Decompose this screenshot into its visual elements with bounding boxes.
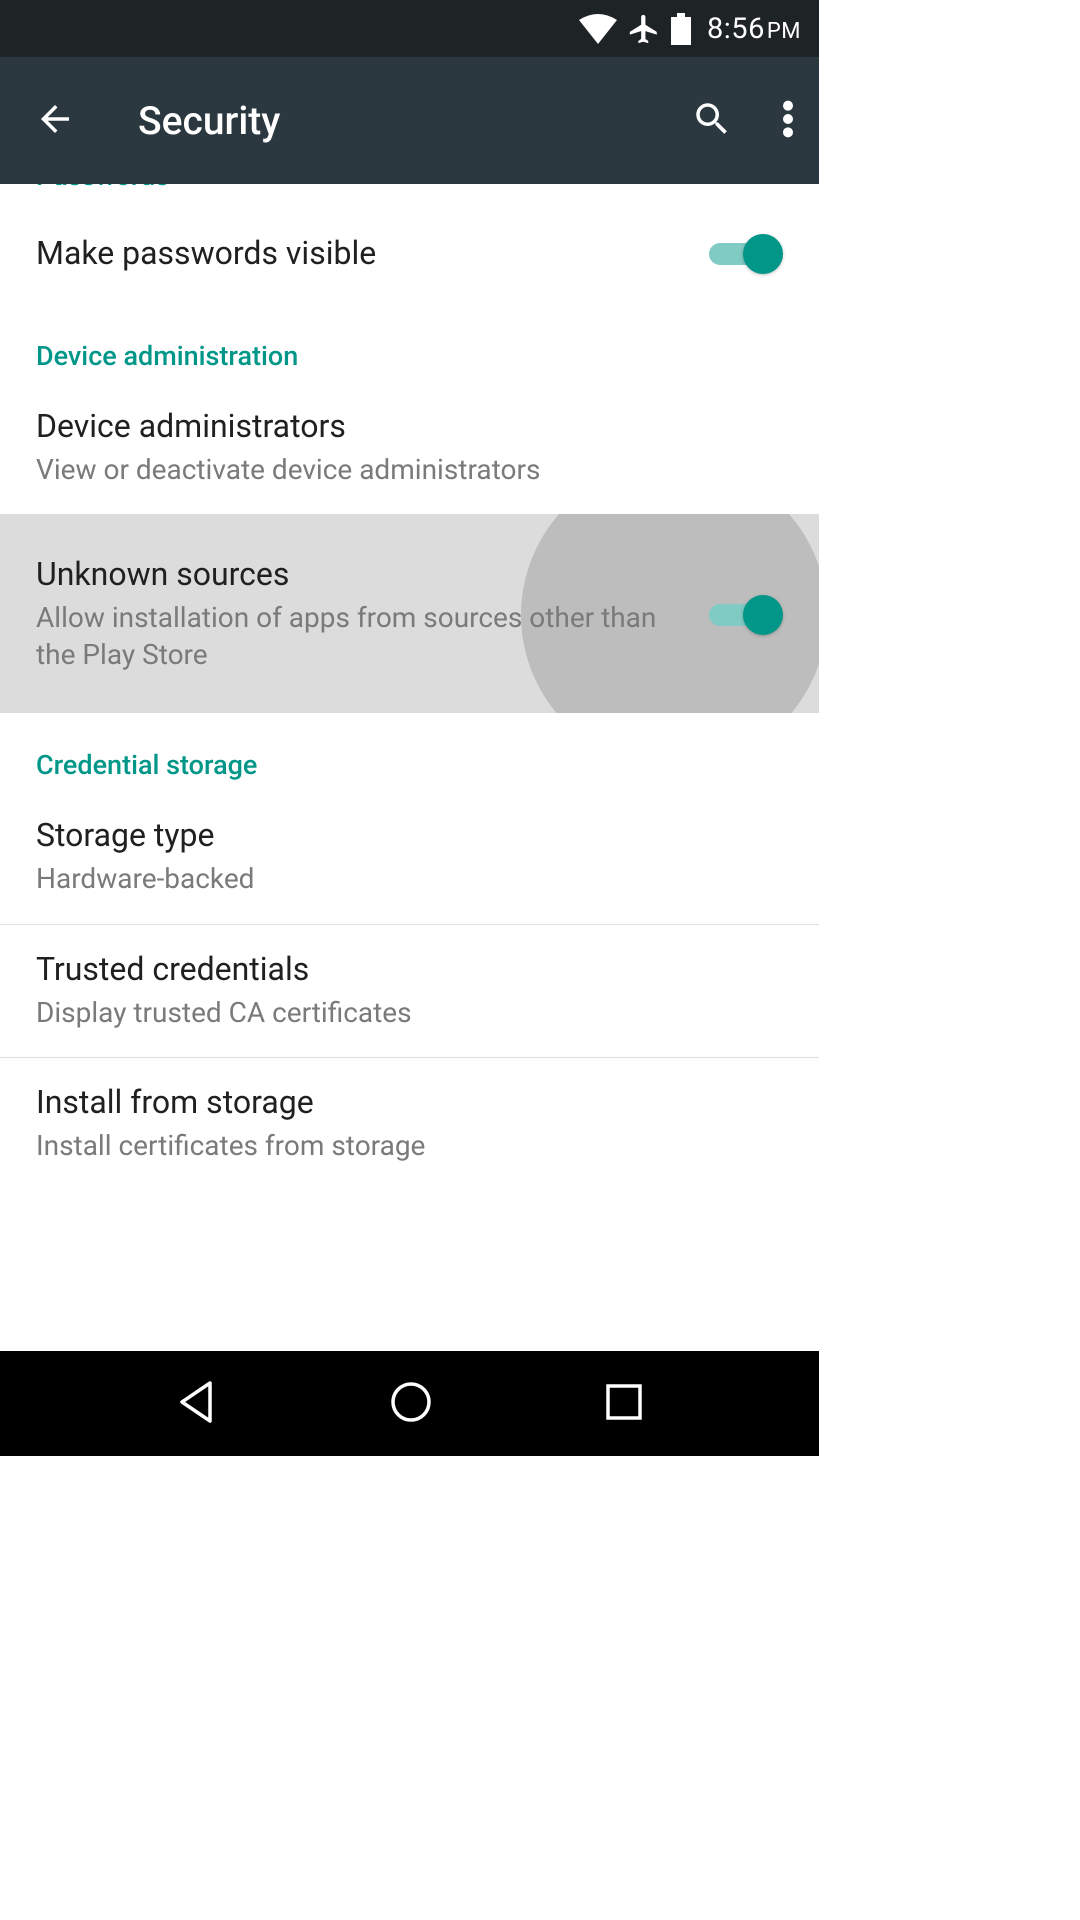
back-icon[interactable]: [34, 98, 76, 144]
setting-title: Make passwords visible: [36, 233, 697, 273]
airplane-icon: [627, 12, 661, 46]
setting-title: Storage type: [36, 815, 771, 855]
setting-title: Device administrators: [36, 406, 771, 446]
setting-trusted-credentials[interactable]: Trusted credentials Display trusted CA c…: [0, 925, 819, 1057]
nav-back-icon[interactable]: [176, 1379, 218, 1429]
setting-subtitle: Display trusted CA certificates: [36, 995, 771, 1031]
section-header-device-administration: Device administration: [0, 304, 819, 382]
setting-title: Trusted credentials: [36, 949, 771, 989]
setting-subtitle: View or deactivate device administrators: [36, 452, 771, 488]
setting-title: Unknown sources: [36, 554, 697, 594]
setting-title: Install from storage: [36, 1082, 771, 1122]
settings-content: Passwords Make passwords visible Device …: [0, 184, 819, 1190]
battery-icon: [671, 13, 691, 45]
setting-storage-type[interactable]: Storage type Hardware-backed: [0, 791, 819, 923]
navigation-bar: [0, 1351, 819, 1456]
setting-subtitle: Install certificates from storage: [36, 1128, 771, 1164]
section-header-passwords: Passwords: [0, 184, 819, 202]
toggle-unknown-sources[interactable]: [709, 593, 783, 635]
status-bar: 8:56PM: [0, 0, 819, 57]
search-icon[interactable]: [691, 98, 733, 144]
nav-recent-icon[interactable]: [604, 1382, 644, 1426]
setting-device-administrators[interactable]: Device administrators View or deactivate…: [0, 382, 819, 514]
app-bar: Security: [0, 57, 819, 184]
setting-install-from-storage[interactable]: Install from storage Install certificate…: [0, 1058, 819, 1190]
more-icon[interactable]: [783, 98, 793, 144]
setting-make-passwords-visible[interactable]: Make passwords visible: [0, 202, 819, 304]
setting-unknown-sources[interactable]: Unknown sources Allow installation of ap…: [0, 514, 819, 713]
page-title: Security: [138, 98, 691, 144]
section-header-credential-storage: Credential storage: [0, 713, 819, 791]
setting-subtitle: Allow installation of apps from sources …: [36, 600, 697, 673]
status-time: 8:56PM: [707, 12, 801, 46]
toggle-make-passwords-visible[interactable]: [709, 232, 783, 274]
nav-home-icon[interactable]: [389, 1380, 433, 1428]
setting-subtitle: Hardware-backed: [36, 861, 771, 897]
wifi-icon: [579, 14, 617, 44]
